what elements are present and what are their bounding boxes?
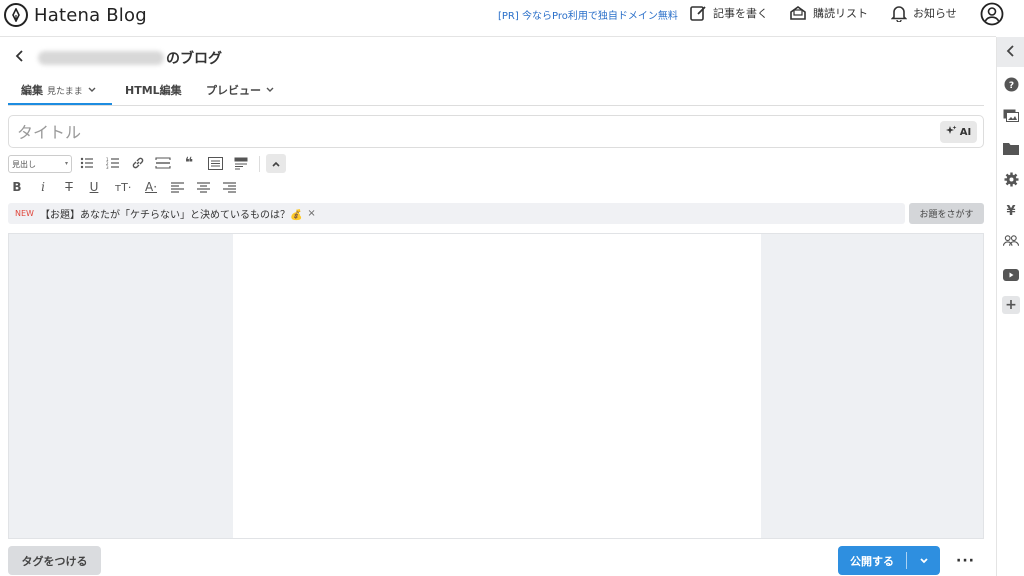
bullet-list-icon[interactable] — [79, 155, 95, 171]
editor-area — [8, 233, 984, 539]
folder-icon[interactable] — [1003, 140, 1019, 156]
bell-icon — [891, 4, 907, 22]
write-article-button[interactable]: 記事を書く — [689, 4, 768, 22]
title-input[interactable] — [17, 121, 917, 143]
users-icon[interactable] — [1003, 233, 1019, 249]
more-options-button[interactable]: ··· — [956, 553, 975, 569]
align-left-icon[interactable] — [169, 179, 185, 195]
text-color-icon[interactable]: A· — [140, 179, 162, 195]
notifications-button[interactable]: お知らせ — [891, 4, 957, 22]
top-header: Hatena Blog [PR] 今ならPro利用で独自ドメイン無料 記事を書く… — [0, 0, 1024, 30]
topic-bar[interactable]: NEW 【お題】あなたが「ケチらない」と決めているものは？💰 × — [8, 203, 905, 224]
font-size-icon[interactable]: тT· — [112, 179, 134, 195]
italic-icon[interactable]: i — [35, 179, 51, 195]
collapse-toolbar-button[interactable] — [266, 154, 286, 173]
tab-edit-mode: 見たまま — [47, 86, 83, 97]
new-badge: NEW — [15, 209, 34, 218]
pr-link[interactable]: [PR] 今ならPro利用で独自ドメイン無料 — [498, 7, 678, 22]
strikethrough-icon[interactable]: T — [61, 179, 77, 195]
right-sidebar: ? ¥ + — [996, 37, 1024, 576]
toolbar-separator — [259, 156, 260, 172]
tab-preview-label: プレビュー — [206, 84, 261, 97]
inbox-icon — [789, 4, 807, 22]
tab-preview[interactable]: プレビュー — [206, 82, 275, 98]
user-avatar-icon[interactable] — [980, 2, 1004, 26]
tab-edit[interactable]: 編集 見たまま — [21, 82, 97, 98]
publish-button[interactable]: 公開する — [838, 546, 940, 575]
table-of-contents-icon[interactable] — [207, 155, 223, 171]
images-icon[interactable] — [1003, 108, 1019, 124]
topic-text[interactable]: 【お題】あなたが「ケチらない」と決めているものは？💰 — [40, 206, 302, 221]
subscription-list-button[interactable]: 購読リスト — [789, 4, 868, 22]
edit-icon — [689, 4, 707, 22]
write-article-label: 記事を書く — [713, 7, 768, 20]
subscription-list-label: 購読リスト — [813, 7, 868, 20]
select-arrow-icon: ▾ — [64, 160, 68, 167]
underline-icon[interactable]: U — [86, 179, 102, 195]
chevron-left-icon — [1006, 44, 1016, 61]
blurred-blog-name — [38, 51, 164, 65]
chevron-down-icon[interactable] — [907, 557, 940, 565]
align-right-icon[interactable] — [221, 179, 237, 195]
header-divider — [0, 36, 996, 37]
sparkle-icon — [945, 125, 957, 139]
logo-text: Hatena Blog — [34, 4, 147, 26]
blog-title-suffix: のブログ — [166, 51, 222, 67]
read-more-icon[interactable] — [233, 155, 249, 171]
svg-text:?: ? — [1008, 81, 1013, 91]
heading-select-value: 見出し — [12, 160, 36, 169]
link-icon[interactable] — [130, 155, 146, 171]
ai-assist-button[interactable]: AI — [940, 121, 977, 143]
heading-select[interactable]: 見出し ▾ — [8, 155, 72, 173]
tab-html-edit[interactable]: HTML編集 — [125, 82, 182, 98]
youtube-icon[interactable] — [1003, 267, 1019, 283]
blog-title: のブログ — [38, 48, 222, 68]
horizontal-rule-icon[interactable] — [155, 155, 171, 171]
topic-close-icon[interactable]: × — [307, 208, 315, 219]
hatena-blog-logo[interactable]: Hatena Blog — [4, 3, 147, 27]
add-tag-button[interactable]: タグをつける — [8, 546, 101, 575]
svg-text:3: 3 — [106, 165, 109, 169]
quote-icon[interactable]: ❝ — [181, 155, 197, 171]
bold-icon[interactable]: B — [9, 179, 25, 195]
tab-html-edit-label: HTML編集 — [125, 84, 182, 97]
back-arrow-icon[interactable] — [14, 48, 26, 67]
collapse-sidebar-button[interactable] — [997, 37, 1024, 67]
editor-body[interactable] — [233, 234, 761, 538]
numbered-list-icon[interactable]: 123 — [105, 155, 121, 171]
help-icon[interactable]: ? — [1003, 76, 1019, 92]
hatena-pen-icon — [4, 3, 28, 27]
add-plugin-icon[interactable]: + — [1002, 296, 1020, 314]
tab-edit-label: 編集 — [21, 84, 43, 97]
publish-label: 公開する — [850, 554, 894, 568]
notifications-label: お知らせ — [913, 7, 957, 20]
tabs-divider — [8, 105, 984, 106]
chevron-down-icon — [87, 84, 97, 97]
ai-label: AI — [959, 126, 972, 138]
gear-icon[interactable] — [1003, 171, 1019, 187]
align-center-icon[interactable] — [195, 179, 211, 195]
yen-icon[interactable]: ¥ — [1003, 203, 1019, 219]
search-topic-button[interactable]: お題をさがす — [909, 203, 984, 224]
chevron-down-icon — [265, 84, 275, 97]
chevron-up-icon — [271, 157, 281, 171]
title-field-box: AI — [8, 115, 984, 148]
